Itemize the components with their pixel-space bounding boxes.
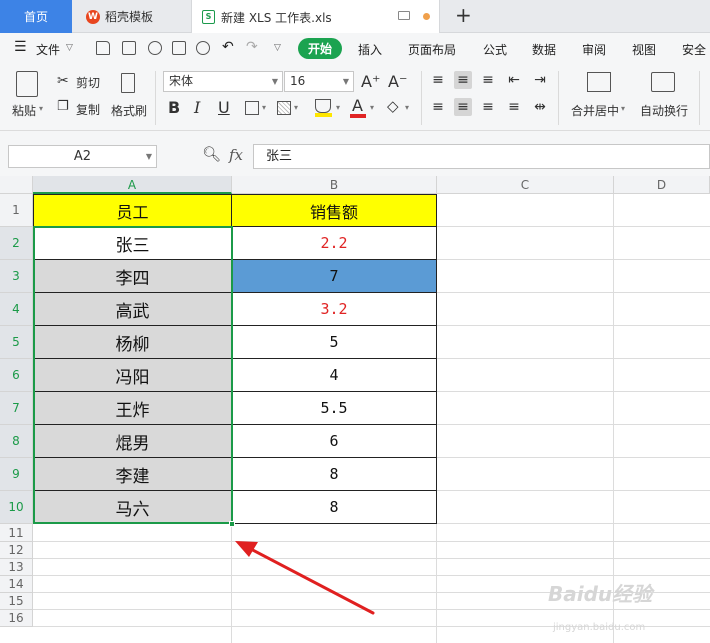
red-arrow-annotation [235, 541, 375, 615]
spreadsheet-app: 首页 W 稻壳模板 S 新建 XLS 工作表.xls + ☰ 文件 ▽ ↶ ↷ … [0, 0, 710, 643]
